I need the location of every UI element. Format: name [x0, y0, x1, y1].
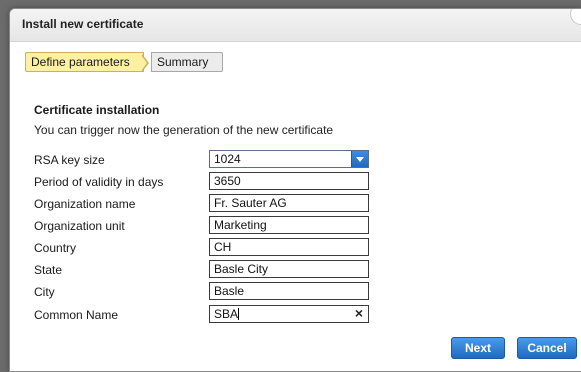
rsa-key-size-value: 1024	[214, 152, 241, 166]
country-input[interactable]: CH	[209, 238, 369, 256]
row-country: Country CH	[34, 238, 374, 258]
section-description: You can trigger now the generation of th…	[34, 123, 334, 137]
validity-input[interactable]: 3650	[209, 172, 369, 190]
step-summary[interactable]: Summary	[151, 52, 223, 72]
rsa-key-size-select[interactable]: 1024	[209, 150, 369, 168]
common-name-value: SBA	[214, 307, 239, 321]
step-define-parameters[interactable]: Define parameters	[25, 52, 144, 72]
row-common-name: Common Name SBA ×	[34, 305, 374, 325]
country-label: Country	[34, 241, 77, 255]
organization-name-label: Organization name	[34, 197, 136, 211]
section-title: Certificate installation	[34, 103, 160, 117]
row-city: City Basle	[34, 282, 374, 302]
organization-unit-input[interactable]: Marketing	[209, 216, 369, 234]
row-validity: Period of validity in days 3650	[34, 172, 374, 192]
row-organization-unit: Organization unit Marketing	[34, 216, 374, 236]
common-name-input[interactable]: SBA ×	[209, 305, 369, 323]
city-label: City	[34, 285, 55, 299]
rsa-key-size-label: RSA key size	[34, 153, 105, 167]
organization-unit-label: Organization unit	[34, 219, 125, 233]
organization-name-input[interactable]: Fr. Sauter AG	[209, 194, 369, 212]
row-rsa-key-size: RSA key size 1024	[34, 150, 374, 170]
city-input[interactable]: Basle	[209, 282, 369, 300]
cancel-button[interactable]: Cancel	[517, 337, 577, 359]
state-input[interactable]: Basle City	[209, 260, 369, 278]
state-label: State	[34, 263, 63, 277]
dialog-title: Install new certificate	[22, 17, 144, 31]
row-organization-name: Organization name Fr. Sauter AG	[34, 194, 374, 214]
install-certificate-dialog: Install new certificate Define parameter…	[9, 8, 581, 372]
validity-label: Period of validity in days	[34, 175, 164, 189]
next-button[interactable]: Next	[451, 337, 505, 359]
chevron-down-icon[interactable]	[351, 151, 368, 167]
common-name-label: Common Name	[34, 308, 119, 322]
dialog-titlebar: Install new certificate	[10, 9, 581, 42]
text-caret	[238, 308, 240, 320]
row-state: State Basle City	[34, 260, 374, 280]
clear-icon[interactable]: ×	[355, 305, 363, 321]
step-arrow-fill	[141, 55, 147, 71]
